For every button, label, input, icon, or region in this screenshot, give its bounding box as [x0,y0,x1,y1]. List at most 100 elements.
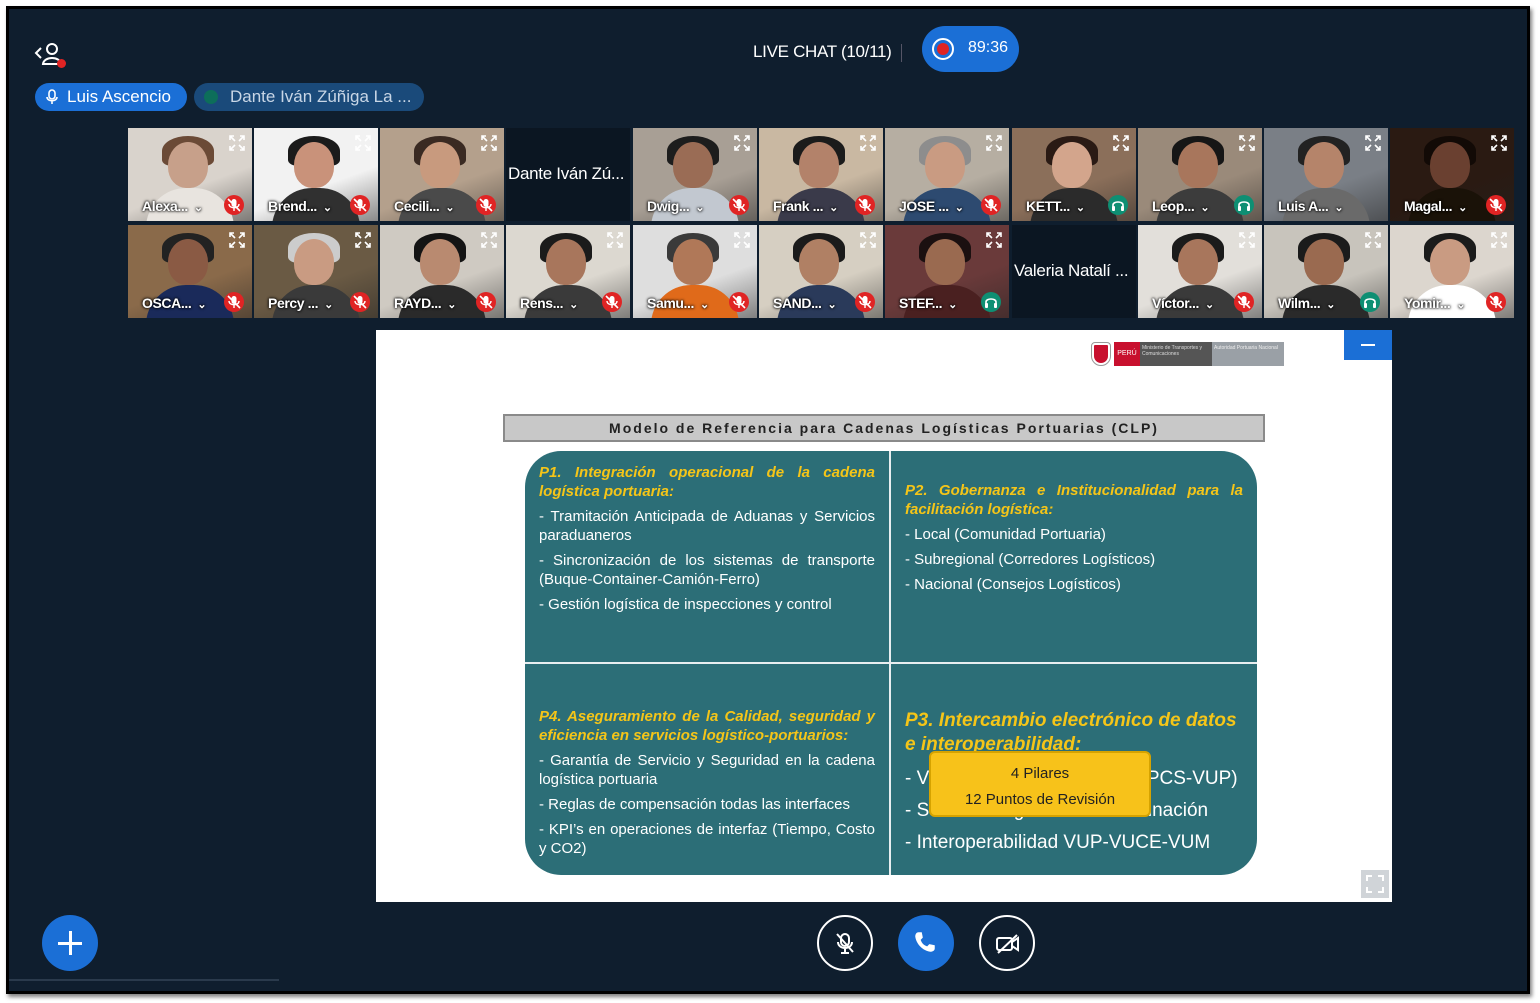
expand-icon[interactable] [354,231,372,249]
participant-dropdown[interactable]: Alexa... ⌄ [128,195,203,217]
webcam-tile[interactable]: Yomir... ⌄ [1390,225,1514,318]
participant-dropdown[interactable]: JOSE ... ⌄ [885,195,964,217]
webcam-tile[interactable]: STEF... ⌄ [885,225,1009,318]
expand-icon[interactable] [1364,231,1382,249]
participant-dropdown[interactable]: Leop... ⌄ [1138,195,1210,217]
users-list-toggle[interactable] [33,39,67,69]
live-chat-title[interactable]: LIVE CHAT (10/11) [753,42,892,62]
participant-name: Wilm... [1278,295,1321,311]
participant-dropdown[interactable]: Samu... ⌄ [633,292,709,314]
muted-mic-icon [855,195,875,215]
expand-icon[interactable] [1238,134,1256,152]
expand-icon[interactable] [606,231,624,249]
webcam-tile[interactable]: Wilm... ⌄ [1264,225,1388,318]
participant-dropdown[interactable]: Magal... ⌄ [1390,195,1467,217]
webcam-tile[interactable]: Magal... ⌄ [1390,128,1514,221]
video-face [925,239,965,285]
pillar-item: - Reglas de compensación todas las inter… [539,796,851,813]
video-face [1052,142,1092,188]
expand-icon[interactable] [1112,134,1130,152]
webcam-tile[interactable]: Luis A... ⌄ [1264,128,1388,221]
webcam-tile[interactable]: Alexa... ⌄ [128,128,252,221]
expand-icon[interactable] [733,134,751,152]
participant-dropdown[interactable]: Frank ... ⌄ [759,195,838,217]
fullscreen-icon [1366,875,1384,893]
webcam-tile[interactable]: KETT... ⌄ [1012,128,1136,221]
webcam-tile[interactable]: Samu... ⌄ [633,225,757,318]
muted-mic-icon [224,292,244,312]
participant-dropdown[interactable]: Cecili... ⌄ [380,195,455,217]
webcam-tile[interactable]: JOSE ... ⌄ [885,128,1009,221]
participant-dropdown[interactable]: Brend... ⌄ [254,195,332,217]
government-logo: PERÚ Ministerio de Transportes y Comunic… [1091,342,1284,366]
video-face [168,239,208,285]
participant-dropdown[interactable]: SAND... ⌄ [759,292,837,314]
video-face [1304,239,1344,285]
expand-icon[interactable] [228,134,246,152]
participant-dropdown[interactable]: Rens... ⌄ [506,292,578,314]
participant-dropdown[interactable]: Percy ... ⌄ [254,292,333,314]
expand-icon[interactable] [1364,134,1382,152]
muted-mic-icon [1486,195,1506,215]
active-speaker-name: Luis Ascencio [67,87,171,106]
webcam-tile[interactable]: Brend... ⌄ [254,128,378,221]
webcam-tile[interactable]: Percy ... ⌄ [254,225,378,318]
participant-name: Rens... [520,295,564,311]
webcam-tile[interactable]: Dwig... ⌄ [633,128,757,221]
participant-dropdown[interactable]: Yomir... ⌄ [1390,292,1466,314]
webcam-tile[interactable]: Leop... ⌄ [1138,128,1262,221]
pillar-item: - Local (Comunidad Portuaria) [905,526,1106,543]
webcam-tile[interactable]: Valeria Natalí ... [1012,225,1136,318]
expand-icon[interactable] [228,231,246,249]
coat-of-arms-icon [1091,342,1111,366]
video-face [799,142,839,188]
webcam-tile[interactable]: Rens... ⌄ [506,225,630,318]
expand-icon[interactable] [1490,134,1508,152]
expand-icon[interactable] [985,231,1003,249]
share-webcam-button[interactable] [979,915,1035,971]
talking-indicator-idle: Dante Iván Zúñiga La ... [194,83,424,111]
expand-icon[interactable] [480,134,498,152]
minus-icon [1361,344,1375,346]
participant-dropdown[interactable]: Wilm... ⌄ [1264,292,1335,314]
actions-button[interactable] [42,915,98,971]
pillar-p2: P2. Gobernanza e Institucionalidad para … [905,481,1243,600]
mute-button[interactable] [817,915,873,971]
chevron-down-icon: ⌄ [954,202,964,214]
pillar-title: P4. Aseguramiento de la Calidad, segurid… [539,708,875,744]
leave-audio-button[interactable] [898,915,954,971]
phone-icon [915,932,935,952]
logo-authority: Autoridad Portuaria Nacional [1212,342,1284,366]
webcam-tile[interactable]: SAND... ⌄ [759,225,883,318]
expand-icon[interactable] [480,231,498,249]
recording-button[interactable]: 89:36 [922,26,1019,72]
expand-icon[interactable] [1490,231,1508,249]
webcam-tile[interactable]: RAYD... ⌄ [380,225,504,318]
webcam-tile[interactable]: Cecili... ⌄ [380,128,504,221]
expand-icon[interactable] [859,134,877,152]
participant-dropdown[interactable]: Dwig... ⌄ [633,195,705,217]
expand-icon[interactable] [859,231,877,249]
webcam-tile[interactable]: OSCA... ⌄ [128,225,252,318]
participant-dropdown[interactable]: KETT... ⌄ [1012,195,1085,217]
scrollbar[interactable] [9,979,279,981]
minimize-presentation-button[interactable] [1344,330,1392,360]
expand-icon[interactable] [733,231,751,249]
expand-icon[interactable] [985,134,1003,152]
webcam-tile[interactable]: Frank ... ⌄ [759,128,883,221]
pillar-item: - Tramitación Anticipada de Aduanas y Se… [539,508,875,544]
webcam-tile[interactable]: Dante Iván Zú... [506,128,630,221]
participant-dropdown[interactable]: STEF... ⌄ [885,292,957,314]
participant-name: Leop... [1152,198,1195,214]
participant-dropdown[interactable]: RAYD... ⌄ [380,292,456,314]
webcam-tile[interactable]: Víctor... ⌄ [1138,225,1262,318]
participant-dropdown[interactable]: Víctor... ⌄ [1138,292,1214,314]
expand-icon[interactable] [354,134,372,152]
fullscreen-button[interactable] [1361,870,1389,898]
participant-dropdown[interactable]: Luis A... ⌄ [1264,195,1344,217]
participant-name: Alexa... [142,198,188,214]
video-face [925,142,965,188]
expand-icon[interactable] [1238,231,1256,249]
video-face [673,142,713,188]
participant-dropdown[interactable]: OSCA... ⌄ [128,292,207,314]
